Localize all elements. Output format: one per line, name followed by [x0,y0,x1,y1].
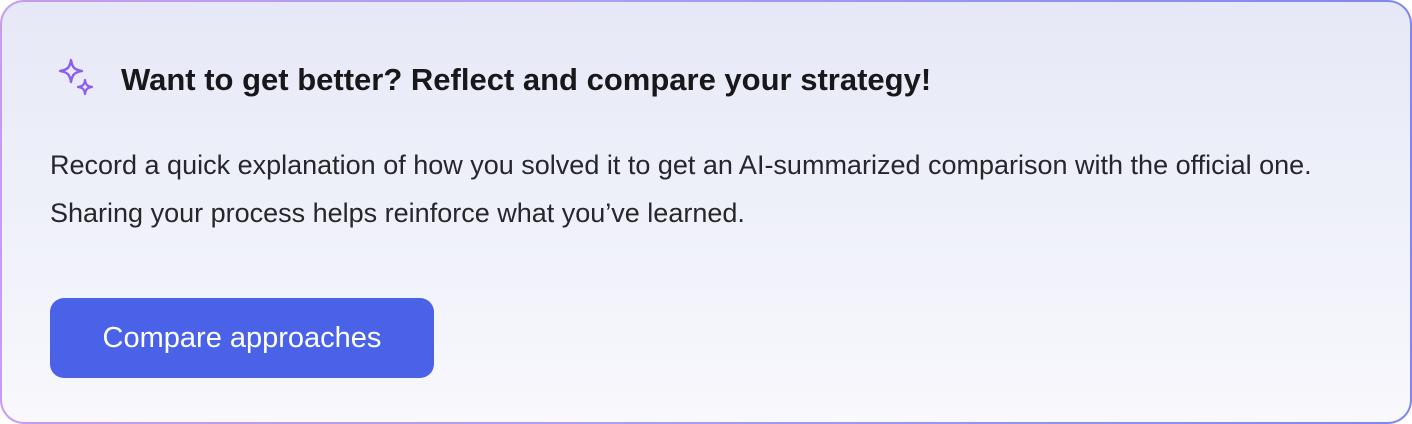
compare-approaches-button[interactable]: Compare approaches [50,298,434,378]
sparkles-icon [58,58,94,96]
card-title: Want to get better? Reflect and compare … [121,62,932,97]
reflection-card-body: Want to get better? Reflect and compare … [2,2,1410,422]
reflection-card: Want to get better? Reflect and compare … [0,0,1412,424]
card-header: Want to get better? Reflect and compare … [50,56,931,104]
card-description: Record a quick explanation of how you so… [50,150,1312,228]
